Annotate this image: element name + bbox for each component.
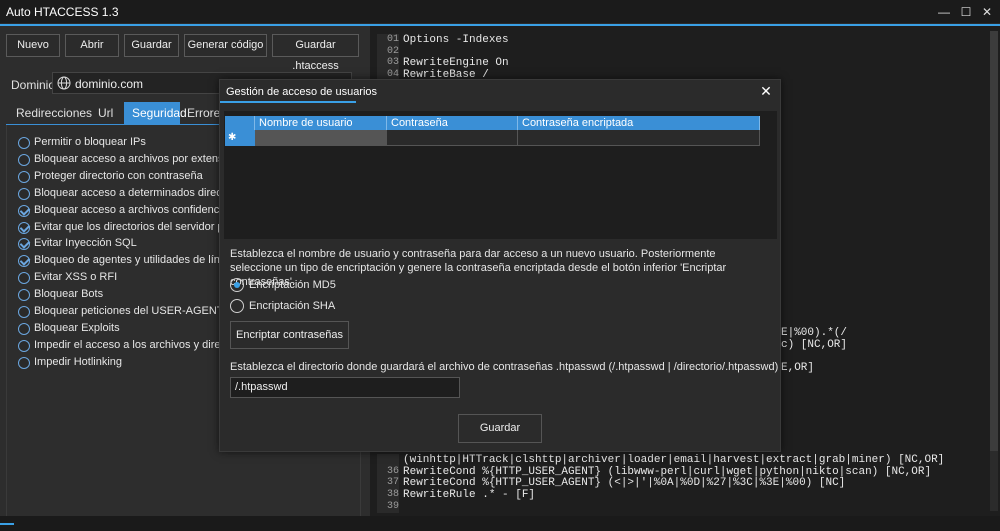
option-label: Permitir o bloquear IPs [34, 136, 146, 148]
option-checkbox[interactable] [18, 272, 30, 285]
option-checkbox[interactable] [18, 339, 30, 352]
status-bar [0, 516, 1000, 531]
md5-radio-circle[interactable] [230, 278, 244, 292]
new-row-marker: ✱ [225, 130, 255, 146]
users-grid[interactable]: Nombre de usuario Contraseña Contraseña … [224, 111, 777, 239]
option-checkbox[interactable] [18, 306, 30, 318]
save-button[interactable]: Guardar [124, 34, 179, 57]
open-button[interactable]: Abrir [65, 34, 119, 57]
domain-value: dominio.com [75, 77, 144, 91]
code-line: (winhttp|HTTrack|clshttp|archiver|loader… [403, 454, 945, 466]
column-header-password[interactable]: Contraseña [387, 116, 518, 130]
option-label: Bloquear Exploits [34, 321, 120, 334]
code-fragment: E|%00).*(/ [781, 327, 848, 339]
globe-icon [57, 76, 71, 90]
option-checkbox[interactable] [18, 153, 30, 166]
option-checkbox[interactable] [18, 238, 30, 251]
option-checkbox[interactable] [18, 187, 30, 200]
maximize-icon[interactable]: ☐ [958, 4, 974, 20]
new-button[interactable]: Nuevo [6, 34, 60, 57]
option-label: Proteger directorio con contraseña [34, 169, 203, 182]
cell-username[interactable] [255, 130, 387, 146]
grid-corner [225, 116, 255, 130]
option-label: Bloquear peticiones del USER-AGENT [34, 305, 224, 317]
option-label: Bloquear acceso a archivos por extensión [34, 152, 239, 165]
htpasswd-path-input[interactable]: /.htpasswd [230, 377, 460, 398]
option-checkbox[interactable] [18, 137, 30, 149]
line-number [377, 454, 399, 466]
code-fragment: E,OR] [781, 362, 815, 374]
option-label: Impedir Hotlinking [34, 355, 123, 368]
option-checkbox[interactable] [18, 221, 30, 234]
option-label: Bloquear Bots [34, 288, 104, 301]
column-header-username[interactable]: Nombre de usuario [255, 116, 387, 130]
scrollbar-thumb[interactable] [990, 31, 998, 451]
minimize-icon[interactable]: — [936, 4, 952, 20]
line-number: 03 [377, 57, 399, 69]
column-header-encrypted-password[interactable]: Contraseña encriptada [518, 116, 760, 130]
tab-redirecciones[interactable]: Redirecciones [8, 102, 100, 124]
option-checkbox[interactable] [18, 204, 30, 217]
option-checkbox[interactable] [18, 289, 30, 302]
dialog-close-icon[interactable]: ✕ [758, 83, 774, 99]
tab-seguridad[interactable]: Seguridad [124, 102, 187, 124]
editor-scrollbar[interactable] [990, 31, 998, 511]
code-line: RewriteCond %{HTTP_USER_AGENT} (libwww-p… [403, 465, 932, 478]
line-number: 39 [377, 500, 399, 513]
line-number: 38 [377, 489, 399, 502]
dialog-save-button[interactable]: Guardar [458, 414, 542, 443]
dialog-title: Gestión de acceso de usuarios [226, 86, 378, 98]
save-htaccess-button[interactable]: Guardar .htaccess [272, 34, 359, 72]
option-label: Bloquear acceso a determinados directori… [34, 186, 249, 199]
tab-url[interactable]: Url [90, 102, 121, 124]
close-window-icon[interactable]: ✕ [979, 4, 995, 20]
cell-encrypted-password[interactable] [518, 130, 760, 146]
line-number: 02 [377, 45, 399, 58]
title-bar: Auto HTACCESS 1.3 — ☐ ✕ [0, 0, 1000, 24]
generate-code-button[interactable]: Generar código [184, 34, 267, 57]
code-line: RewriteRule .* - [F] [403, 489, 536, 502]
option-checkbox[interactable] [18, 255, 30, 268]
line-number: 36 [377, 465, 399, 478]
htpasswd-path-label: Establezca el directorio donde guardará … [230, 361, 779, 373]
option-checkbox[interactable] [18, 322, 30, 335]
code-fragment: c) [NC,OR] [781, 339, 848, 351]
sha-radio-label: Encriptación SHA [249, 300, 336, 312]
code-line: RewriteCond %{HTTP_USER_AGENT} (<|>|'|%0… [403, 477, 846, 490]
status-grip [0, 523, 14, 525]
sha-radio-circle[interactable] [230, 299, 244, 313]
window-title: Auto HTACCESS 1.3 [6, 5, 119, 19]
line-number: 37 [377, 477, 399, 490]
code-line: Options -Indexes [403, 34, 509, 46]
option-label: Bloquear acceso a archivos confidenciale… [34, 203, 242, 216]
code-line: RewriteEngine On [403, 57, 509, 69]
md5-radio-label: Encriptación MD5 [249, 279, 336, 291]
dialog-header: Gestión de acceso de usuarios ✕ [220, 80, 780, 103]
option-checkbox[interactable] [18, 356, 30, 369]
option-label: Evitar Inyección SQL [34, 237, 137, 250]
cell-password[interactable] [387, 130, 518, 146]
user-access-dialog: Gestión de acceso de usuarios ✕ Nombre d… [219, 79, 781, 452]
option-label: Evitar XSS o RFI [34, 271, 118, 284]
encrypt-passwords-button[interactable]: Encriptar contraseñas [230, 321, 349, 349]
line-number: 01 [377, 34, 399, 46]
dialog-title-underline [220, 101, 356, 103]
domain-label: Dominio [11, 78, 56, 92]
option-checkbox[interactable] [18, 170, 30, 183]
